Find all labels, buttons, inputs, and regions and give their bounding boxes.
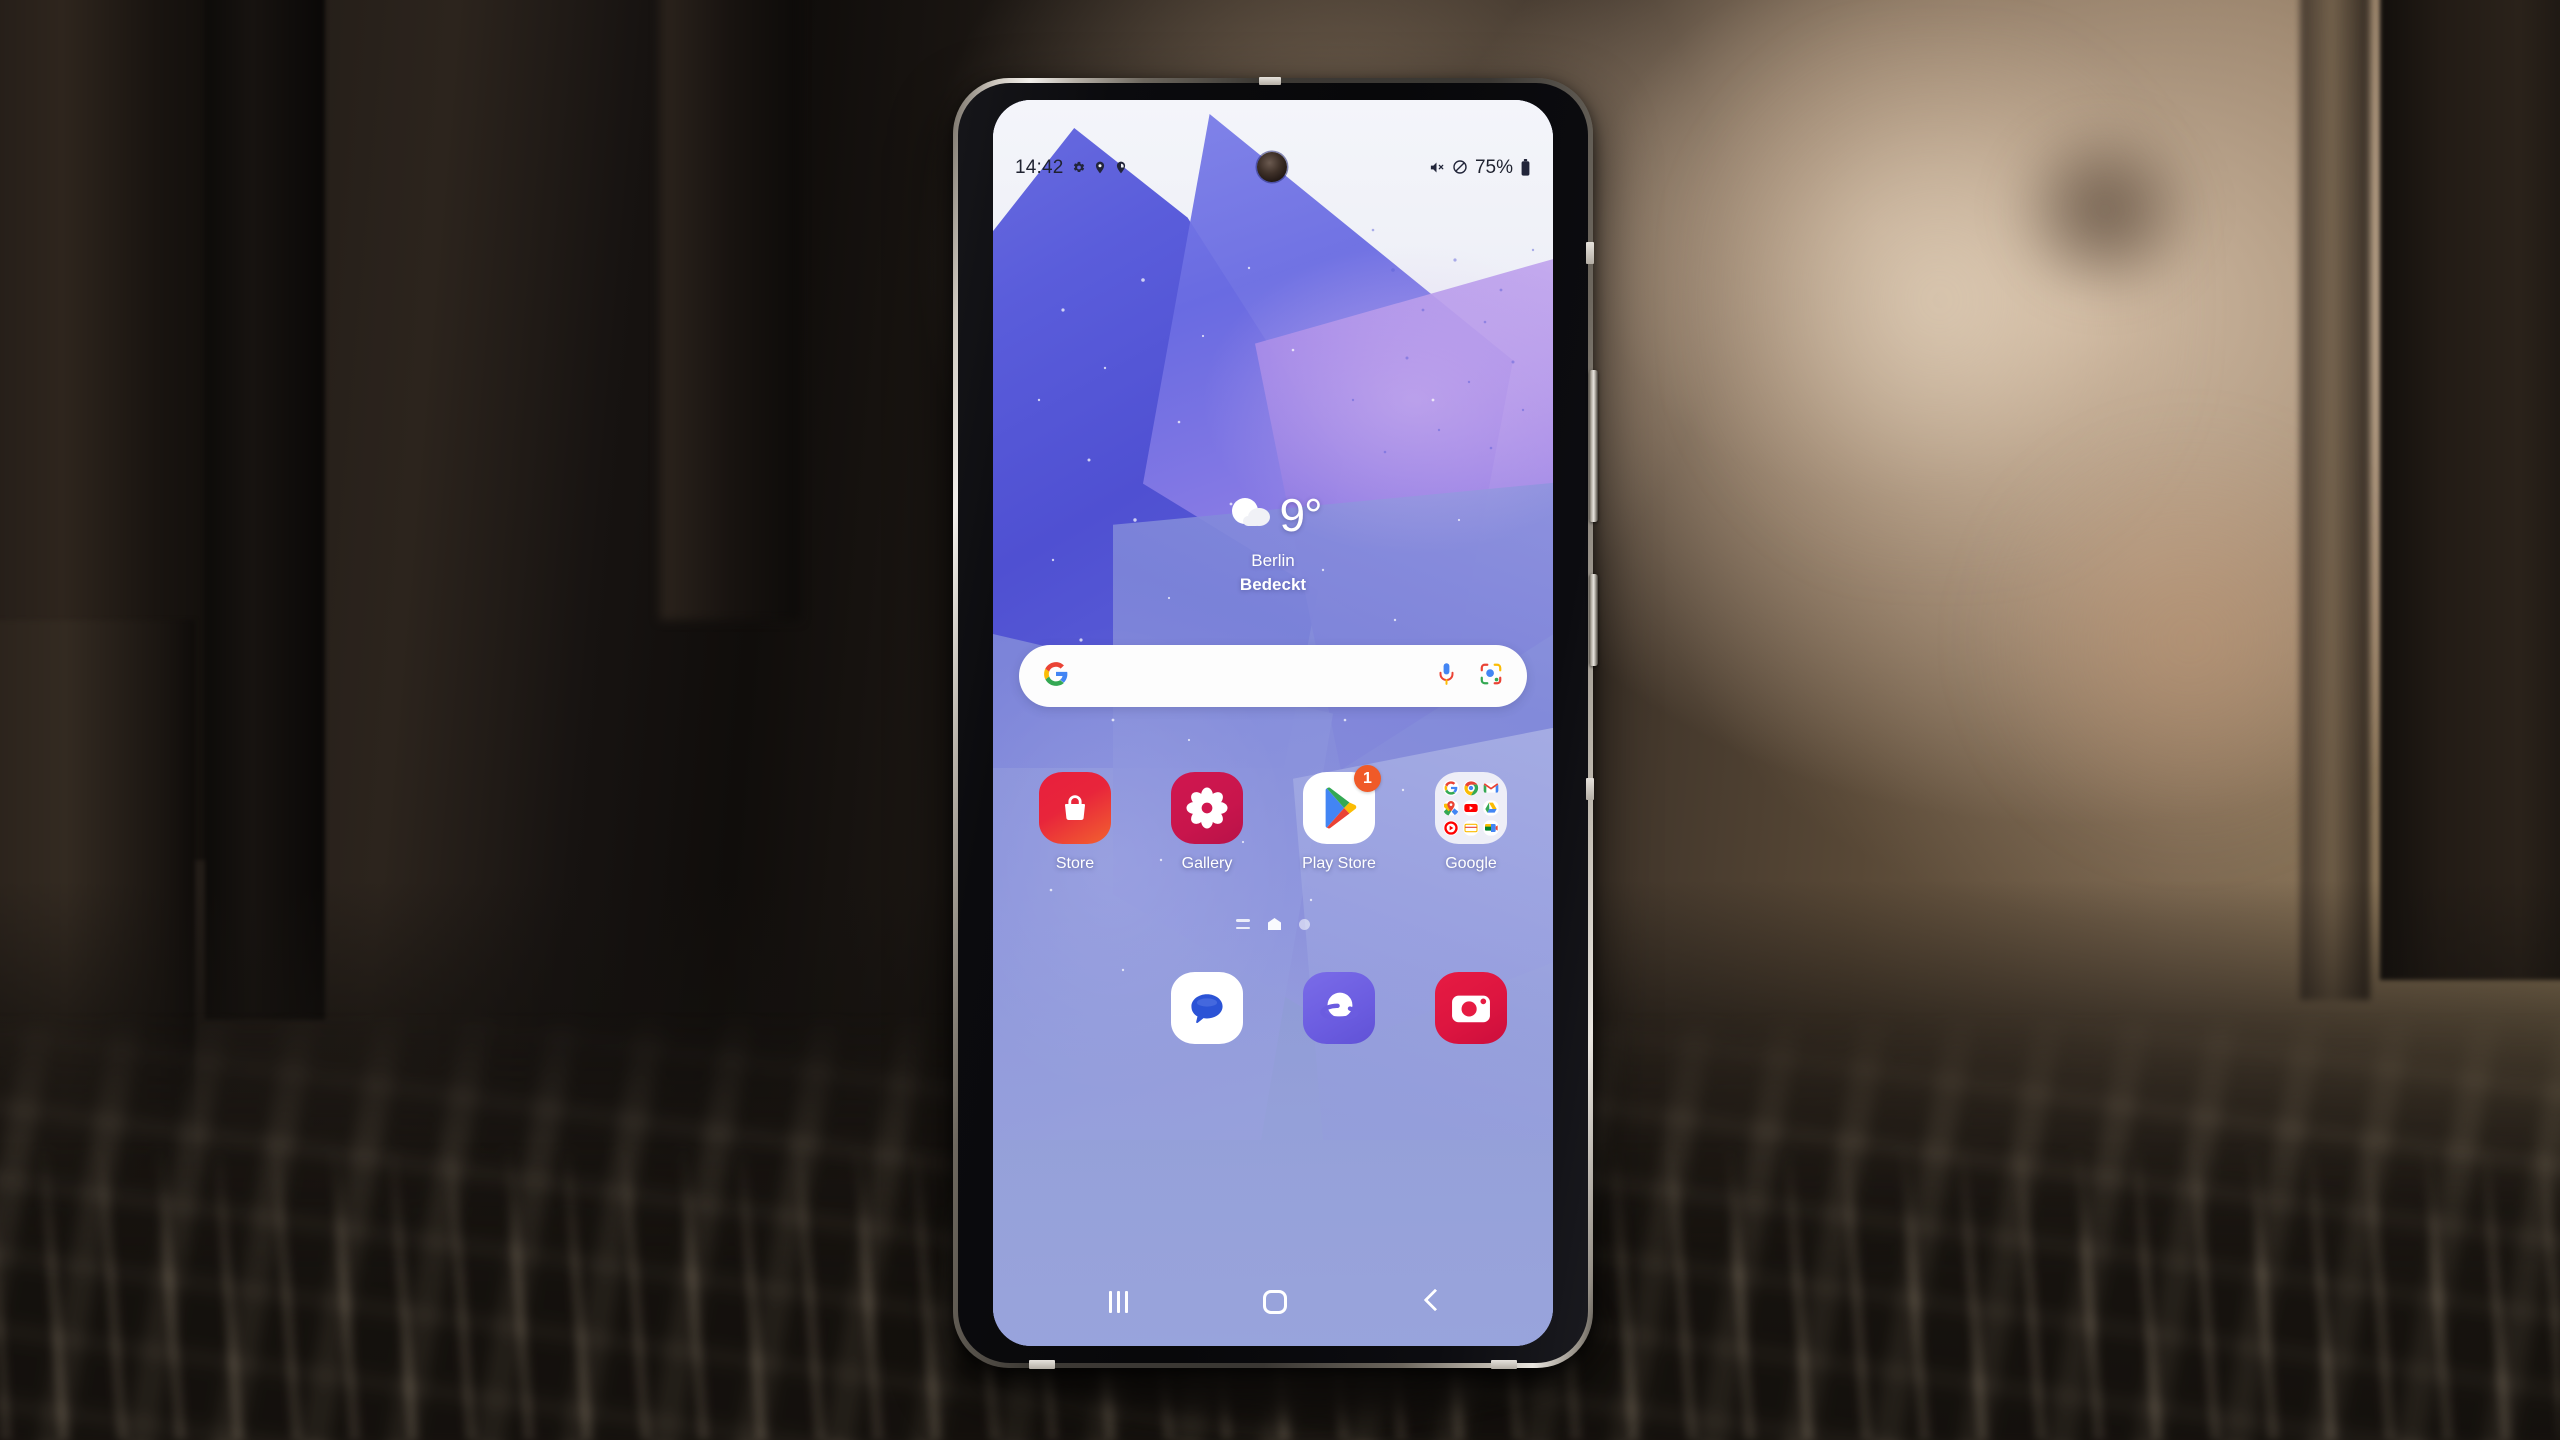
antenna-band-bottom-left [1029,1360,1055,1369]
dock [993,972,1553,1044]
battery-percentage: 75% [1474,156,1513,178]
antenna-band-right-top [1586,242,1594,264]
app-label: Play Store [1302,855,1376,872]
apps-list-indicator[interactable] [1236,919,1250,929]
location-shield-icon [1114,160,1128,175]
google-lens-icon[interactable] [1479,662,1503,691]
samsung-galaxy-store-icon[interactable] [1039,772,1111,844]
power-button[interactable] [1589,574,1598,666]
battery-icon [1520,158,1531,176]
drive-icon [1482,800,1499,816]
maps-icon [1443,800,1459,816]
metal-post-right-inner [2300,0,2370,1000]
gmail-icon [1483,780,1499,796]
weather-city: Berlin [1251,551,1295,570]
microphone-icon[interactable] [1436,662,1457,691]
youtube-icon [1463,800,1479,816]
dock-item-messages[interactable] [1153,972,1261,1044]
metal-post-right-outer [2380,0,2560,980]
dock-item-internet[interactable] [1285,972,1393,1044]
smartphone-device: 14:42 75% 9° Berlin Bedeckt Store Galler… [953,77,1598,1369]
app-store[interactable]: Store [1021,772,1129,873]
app-gallery[interactable]: Gallery [1153,772,1261,873]
home-screen-app-row: Store Gallery 1 Play Store Google [993,765,1553,873]
front-camera-punch-hole [1257,152,1287,182]
volume-rocker-button[interactable] [1589,370,1598,522]
google-folder-icon[interactable] [1435,772,1507,844]
google-search-bar[interactable] [1019,645,1527,707]
chrome-icon [1463,780,1479,796]
mute-icon [1428,160,1445,175]
app-label: Gallery [1181,855,1233,872]
google-g-icon [1043,661,1069,692]
app-label: Google [1445,855,1497,872]
page-indicators [993,918,1553,930]
background-dark-blur [2010,120,2200,300]
status-bar-clock: 14:42 [1015,156,1064,178]
navigation-bar [993,1276,1553,1328]
google-play-store-icon[interactable]: 1 [1303,765,1381,844]
do-not-disturb-icon [1452,159,1468,175]
cloudy-icon [1225,496,1275,535]
status-bar-left: 14:42 [1015,158,1128,177]
youtube-music-icon [1443,819,1459,836]
metal-post-left-far [660,0,800,620]
app-play-store[interactable]: 1 Play Store [1285,765,1393,873]
antenna-band-top [1259,77,1281,85]
home-page-indicator-active[interactable] [1268,918,1281,930]
location-pin-icon [1093,160,1107,175]
antenna-band-right-bottom [1586,778,1594,800]
back-button[interactable] [1422,1289,1438,1315]
google-tv-icon [1463,819,1479,836]
meet-icon [1482,819,1499,836]
dock-item-camera[interactable] [1417,972,1525,1044]
recents-button[interactable] [1108,1291,1128,1313]
messages-icon[interactable] [1171,972,1243,1044]
antenna-band-bottom-right [1491,1360,1517,1369]
weather-condition: Bedeckt [1239,575,1307,594]
weather-temperature: 9° [1279,489,1323,541]
metal-post-left-inner [205,0,325,1020]
samsung-gallery-icon[interactable] [1171,772,1243,844]
dock-item-phone[interactable] [1021,972,1129,1044]
wallpaper-speckles [1037,228,1535,1002]
weather-widget[interactable]: 9° Berlin Bedeckt [993,492,1553,595]
notification-badge: 1 [1354,765,1381,792]
weather-main-row: 9° [993,492,1553,538]
page-dot-indicator[interactable] [1299,918,1310,930]
settings-gear-icon [1071,160,1086,175]
app-folder-google[interactable]: Google [1417,772,1525,873]
samsung-internet-icon[interactable] [1303,972,1375,1044]
google-icon [1443,780,1460,797]
phone-screen[interactable]: 14:42 75% 9° Berlin Bedeckt Store Galler… [993,100,1553,1346]
phone-dialer-icon[interactable] [1039,972,1111,1044]
camera-icon[interactable] [1435,972,1507,1044]
app-label: Store [1055,855,1095,872]
home-button[interactable] [1262,1290,1287,1314]
status-bar-right: 75% [1428,158,1531,177]
